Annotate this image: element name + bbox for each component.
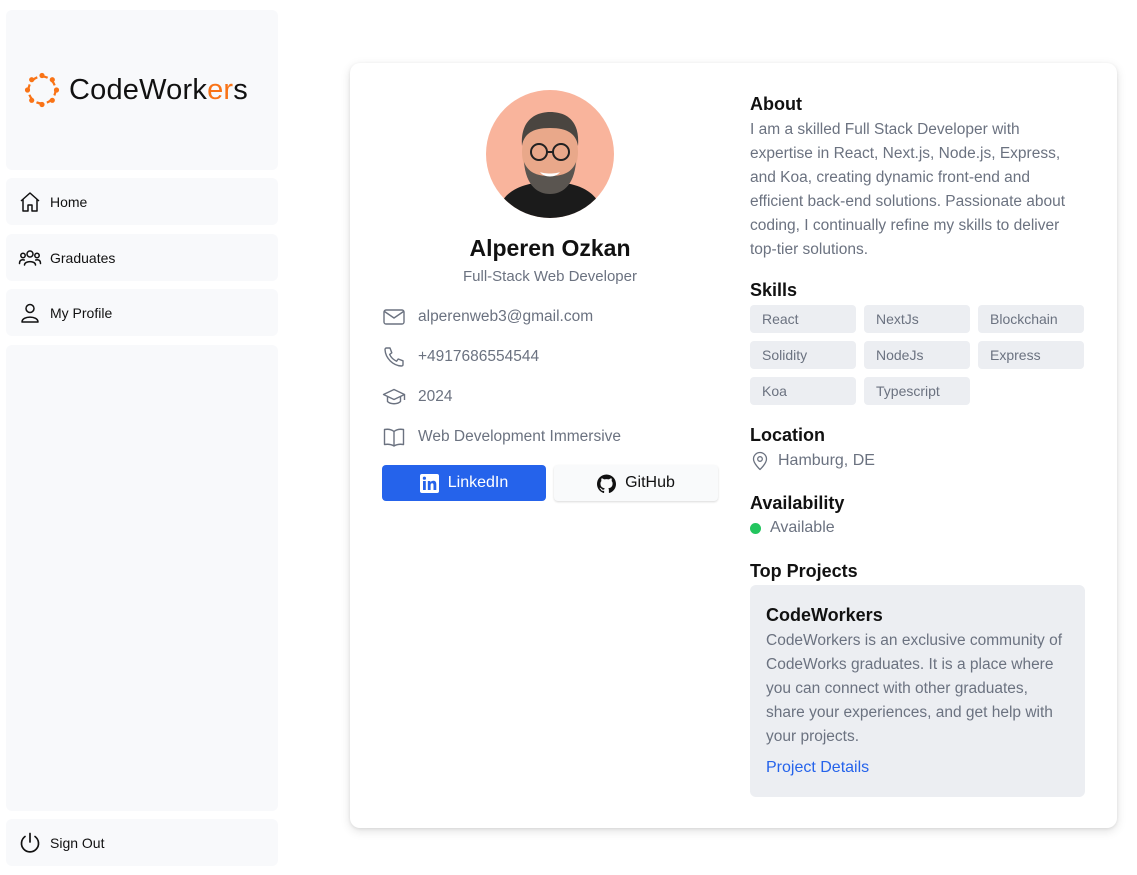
linkedin-button[interactable]: LinkedIn bbox=[382, 465, 546, 501]
sidebar-item-my-profile[interactable]: My Profile bbox=[6, 289, 278, 336]
graduation-cap-icon bbox=[382, 385, 406, 409]
skill-chip: NodeJs bbox=[864, 341, 970, 369]
graduation-row: 2024 bbox=[382, 384, 452, 410]
sign-out-button[interactable]: Sign Out bbox=[6, 819, 278, 866]
phone-icon bbox=[382, 345, 406, 369]
program-row: Web Development Immersive bbox=[382, 424, 621, 450]
status-dot bbox=[750, 522, 761, 534]
location-heading: Location bbox=[750, 425, 825, 445]
users-icon bbox=[18, 246, 42, 270]
github-button[interactable]: GitHub bbox=[554, 465, 718, 501]
skill-chip: Koa bbox=[750, 377, 856, 405]
project-description: CodeWorkers is an exclusive community of… bbox=[766, 632, 1063, 745]
logo-text-accent: er bbox=[207, 73, 234, 106]
project-title: CodeWorkers bbox=[766, 605, 883, 625]
logo-text-main: CodeWork bbox=[69, 73, 208, 106]
phone-row: +4917686554544 bbox=[382, 344, 539, 370]
power-icon bbox=[18, 831, 42, 855]
profile-program: Web Development Immersive bbox=[418, 428, 622, 445]
logo-icon bbox=[24, 72, 60, 108]
about-heading: About bbox=[750, 94, 802, 114]
logo-text: CodeWorkers bbox=[69, 74, 248, 107]
book-icon bbox=[382, 425, 406, 449]
avatar bbox=[486, 90, 614, 218]
skill-chip: Express bbox=[978, 341, 1084, 369]
skill-chip: Blockchain bbox=[978, 305, 1084, 333]
location-row: Hamburg, DE bbox=[750, 451, 875, 471]
profile-graduation-year: 2024 bbox=[418, 388, 453, 405]
github-button-label: GitHub bbox=[625, 474, 675, 491]
sidebar-item-label: Graduates bbox=[50, 249, 116, 266]
sidebar-spacer bbox=[6, 345, 278, 811]
profile-phone[interactable]: +4917686554544 bbox=[418, 348, 539, 366]
profile-email[interactable]: alperenweb3@gmail.com bbox=[418, 308, 593, 326]
sidebar-item-home[interactable]: Home bbox=[6, 178, 278, 225]
mail-icon bbox=[382, 305, 406, 329]
profile-card: Alperen Ozkan Full-Stack Web Developer a… bbox=[350, 63, 1117, 828]
sidebar-item-label: My Profile bbox=[50, 304, 113, 321]
sidebar-item-label: Home bbox=[50, 193, 88, 210]
availability-row: Available bbox=[750, 519, 835, 537]
availability-heading: Availability bbox=[750, 493, 845, 513]
location-value: Hamburg, DE bbox=[778, 452, 875, 469]
linkedin-button-label: LinkedIn bbox=[447, 474, 509, 491]
logo-text-end: s bbox=[233, 73, 248, 106]
project-card: CodeWorkers CodeWorkers is an exclusive … bbox=[750, 585, 1085, 797]
profile-role: Full-Stack Web Developer bbox=[463, 268, 637, 285]
logo-panel: CodeWorkers bbox=[6, 10, 278, 170]
skill-chip: Solidity bbox=[750, 341, 856, 369]
project-details-link[interactable]: Project Details bbox=[766, 759, 869, 777]
map-pin-icon bbox=[750, 451, 770, 471]
user-icon bbox=[18, 301, 42, 325]
sidebar: CodeWorkers Home Graduates My Profile Si… bbox=[6, 10, 278, 867]
skill-chip: NextJs bbox=[864, 305, 970, 333]
top-projects-heading: Top Projects bbox=[750, 561, 858, 581]
linkedin-icon bbox=[419, 473, 439, 493]
home-icon bbox=[18, 190, 42, 214]
sign-out-label: Sign Out bbox=[50, 834, 105, 851]
app-logo[interactable]: CodeWorkers bbox=[24, 72, 248, 108]
availability-value: Available bbox=[770, 519, 835, 536]
skill-chip: React bbox=[750, 305, 856, 333]
skill-chip: Typescript bbox=[864, 377, 970, 405]
github-icon bbox=[597, 474, 617, 493]
email-row: alperenweb3@gmail.com bbox=[382, 304, 593, 330]
about-text: I am a skilled Full Stack Developer with… bbox=[750, 121, 1066, 258]
profile-name: Alperen Ozkan bbox=[469, 235, 631, 261]
sidebar-item-graduates[interactable]: Graduates bbox=[6, 234, 278, 281]
skills-heading: Skills bbox=[750, 280, 798, 300]
